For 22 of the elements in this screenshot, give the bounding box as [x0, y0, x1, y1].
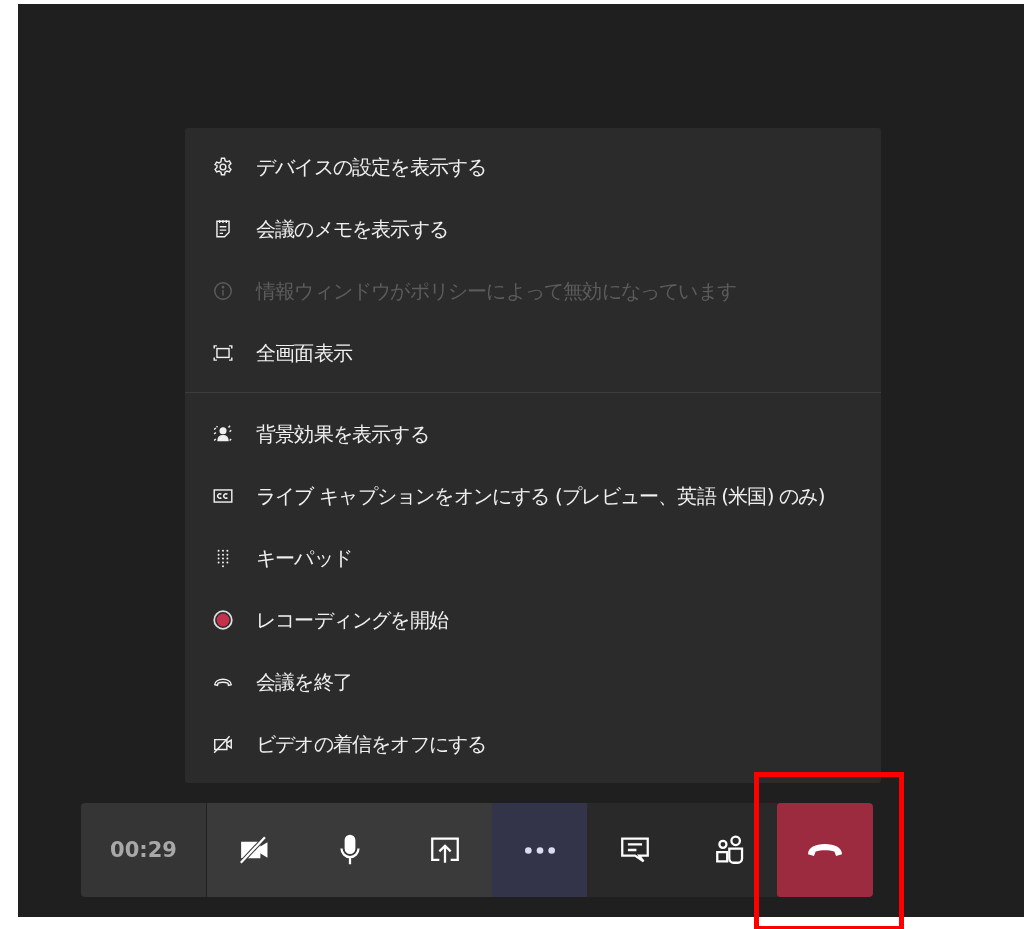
call-timer: 00:29	[81, 803, 207, 897]
fullscreen-icon	[212, 342, 234, 364]
camera-off-button[interactable]	[207, 803, 302, 897]
share-screen-button[interactable]	[397, 803, 492, 897]
hang-up-icon	[808, 844, 842, 856]
menu-item[interactable]: 全画面表示	[185, 322, 881, 384]
participants-button[interactable]	[682, 803, 777, 897]
gear-icon	[212, 156, 234, 178]
hang-up-button[interactable]	[777, 803, 873, 897]
info-icon	[212, 280, 234, 302]
video-off-icon	[212, 733, 234, 755]
menu-item[interactable]: ビデオの着信をオフにする	[185, 713, 881, 775]
record-icon	[212, 609, 234, 631]
menu-item[interactable]: 背景効果を表示する	[185, 403, 881, 465]
menu-item[interactable]: 会議のメモを表示する	[185, 198, 881, 260]
more-icon	[524, 846, 555, 854]
menu-item[interactable]: デバイスの設定を表示する	[185, 136, 881, 198]
menu-item[interactable]: レコーディングを開始	[185, 589, 881, 651]
menu-item[interactable]: キーパッド	[185, 527, 881, 589]
menu-item[interactable]: ライブ キャプションをオンにする (プレビュー、英語 (米国) のみ)	[185, 465, 881, 527]
menu-item[interactable]: 会議を終了	[185, 651, 881, 713]
chat-button[interactable]	[587, 803, 682, 897]
